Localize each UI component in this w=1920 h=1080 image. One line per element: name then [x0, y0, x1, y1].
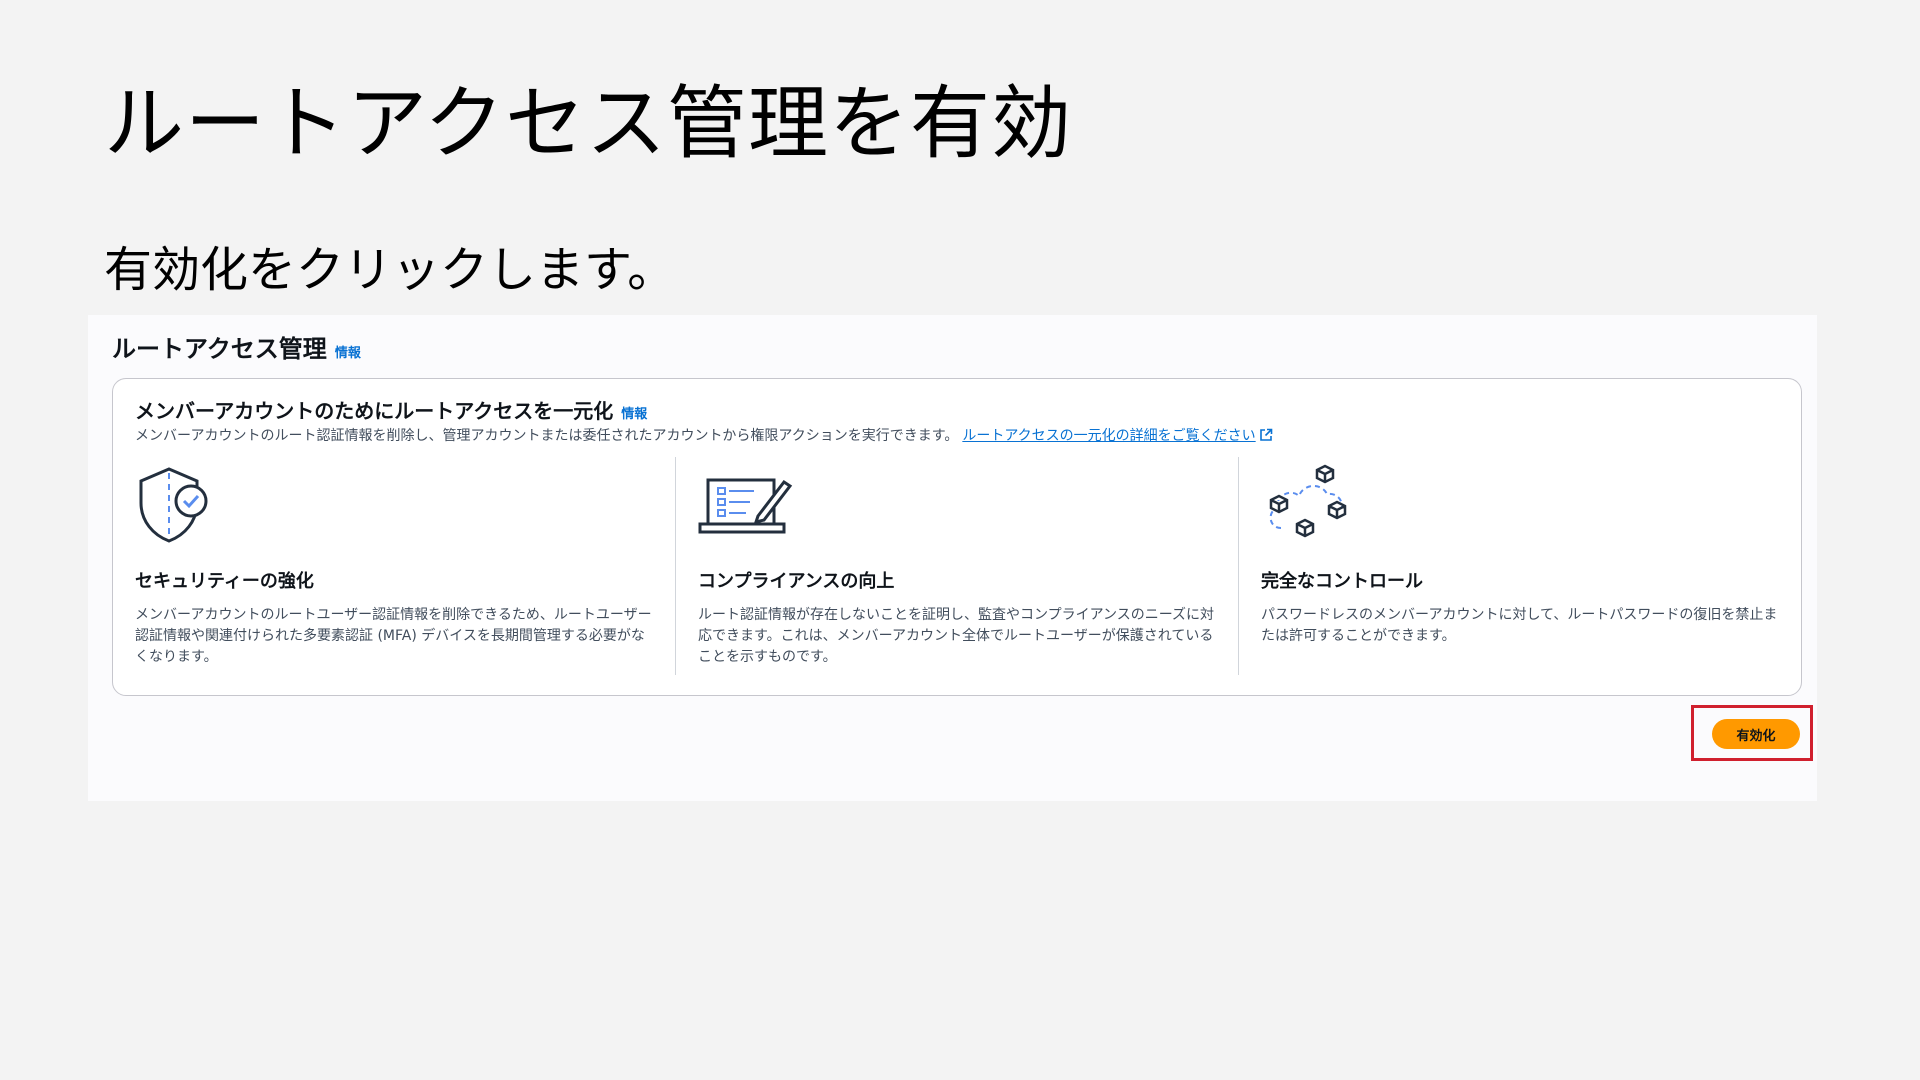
- feature-security-text: メンバーアカウントのルートユーザー認証情報を削除できるため、ルートユーザー認証情…: [135, 607, 652, 665]
- feature-control-text: パスワードレスのメンバーアカウントに対して、ルートパスワードの復旧を禁止または許…: [1261, 607, 1778, 644]
- panel-description-text: メンバーアカウントのルート認証情報を削除し、管理アカウントまたは委任されたアカウ…: [135, 428, 959, 444]
- enable-button-highlight: 有効化: [1691, 705, 1813, 761]
- panel-title: メンバーアカウントのためにルートアクセスを一元化: [135, 399, 614, 423]
- feature-control: 完全なコントロール パスワードレスのメンバーアカウントに対して、ルートパスワード…: [1238, 457, 1801, 675]
- page-info-link[interactable]: 情報: [335, 342, 361, 361]
- slide-title: ルートアクセス管理を有効: [104, 77, 1072, 170]
- external-link-icon[interactable]: [1259, 428, 1273, 446]
- feature-security: セキュリティーの強化 メンバーアカウントのルートユーザー認証情報を削除できるため…: [113, 457, 675, 675]
- feature-columns: セキュリティーの強化 メンバーアカウントのルートユーザー認証情報を削除できるため…: [113, 457, 1801, 675]
- feature-compliance-title: コンプライアンスの向上: [698, 571, 895, 592]
- feature-compliance: コンプライアンスの向上 ルート認証情報が存在しないことを証明し、監査やコンプライ…: [675, 457, 1238, 675]
- page-title: ルートアクセス管理: [112, 335, 327, 363]
- feature-control-title: 完全なコントロール: [1261, 571, 1423, 592]
- cloud-cubes-icon: [1261, 457, 1779, 553]
- feature-security-title: セキュリティーの強化: [135, 571, 314, 592]
- laptop-checklist-icon: [698, 457, 1216, 553]
- panel-description: メンバーアカウントのルート認証情報を削除し、管理アカウントまたは委任されたアカウ…: [135, 425, 1273, 446]
- page-header: ルートアクセス管理 情報: [112, 329, 361, 364]
- panel-header: メンバーアカウントのためにルートアクセスを一元化 情報: [135, 395, 647, 424]
- feature-compliance-text: ルート認証情報が存在しないことを証明し、監査やコンプライアンスのニーズに対応でき…: [698, 607, 1215, 665]
- enable-button[interactable]: 有効化: [1712, 719, 1800, 749]
- shield-check-icon: [135, 457, 653, 553]
- root-access-panel: メンバーアカウントのためにルートアクセスを一元化 情報 メンバーアカウントのルー…: [112, 378, 1802, 696]
- slide: ルートアクセス管理を有効 有効化をクリックします。 ルートアクセス管理 情報 メ…: [0, 0, 1920, 1080]
- slide-subtitle: 有効化をクリックします。: [104, 242, 676, 298]
- console-screenshot: ルートアクセス管理 情報 メンバーアカウントのためにルートアクセスを一元化 情報…: [88, 315, 1817, 801]
- panel-info-link[interactable]: 情報: [621, 403, 647, 422]
- learn-more-link[interactable]: ルートアクセスの一元化の詳細をご覧ください: [962, 428, 1255, 444]
